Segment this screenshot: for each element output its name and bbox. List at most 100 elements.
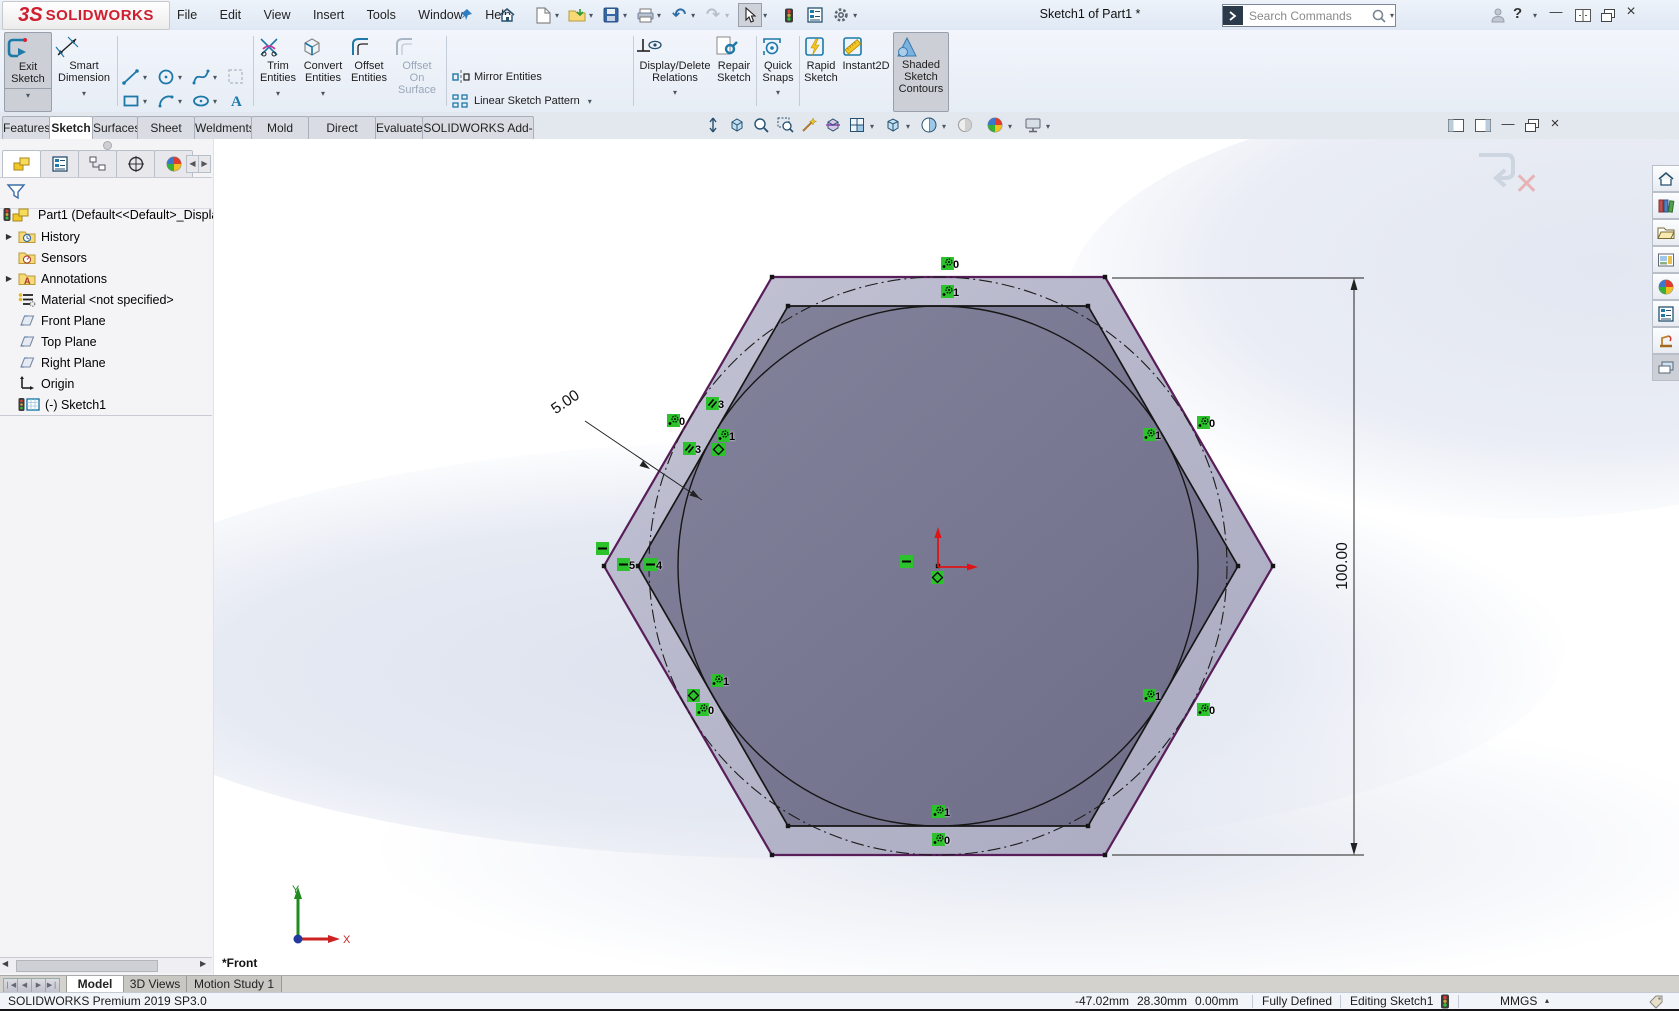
traffic-light-icon[interactable] xyxy=(778,4,800,26)
view-selector-icon[interactable] xyxy=(846,114,868,136)
undo-icon[interactable]: ↶ xyxy=(668,4,690,26)
exit-sketch-caret[interactable]: ▾ xyxy=(26,91,30,100)
arc-tool[interactable] xyxy=(155,90,177,112)
smart-dimension-caret[interactable]: ▾ xyxy=(82,89,86,98)
shaded-sketch-contours-button[interactable]: Shaded Sketch Contours xyxy=(893,32,949,112)
file-explorer-icon[interactable] xyxy=(1652,219,1679,246)
relation-dia-icon[interactable] xyxy=(712,443,725,456)
menu-insert[interactable]: Insert xyxy=(304,0,353,30)
relation-gear-icon[interactable]: 1 xyxy=(717,429,730,442)
line-caret[interactable]: ▾ xyxy=(143,73,147,82)
relation-bar-icon[interactable] xyxy=(596,542,609,555)
relation-gear-icon[interactable]: 1 xyxy=(1143,428,1156,441)
expander-icon[interactable]: ▶ xyxy=(0,274,18,283)
undo-caret[interactable]: ▾ xyxy=(691,11,695,20)
help-icon[interactable]: ? xyxy=(1513,5,1522,22)
restore-split-button[interactable] xyxy=(1572,4,1594,26)
search-caret[interactable]: ▾ xyxy=(1390,11,1394,20)
scroll-left-icon[interactable]: ◀ xyxy=(2,959,8,968)
tab-weldments[interactable]: Weldments xyxy=(194,116,252,139)
view-orientation-caret[interactable]: ▾ xyxy=(906,122,910,131)
tree-item-sketch1[interactable]: (-) Sketch1 xyxy=(0,394,213,415)
help-caret[interactable]: ▾ xyxy=(1533,11,1537,20)
tree-item-right-plane[interactable]: Right Plane xyxy=(0,352,213,373)
restore-button[interactable] xyxy=(1597,4,1619,26)
tree-root-part[interactable]: Part1 (Default<<Default>_Display Sta xyxy=(0,204,213,225)
filter-icon[interactable] xyxy=(6,183,26,201)
relation-gear-icon[interactable]: 0 xyxy=(941,257,954,270)
panel-tab-scroll-right[interactable]: ▶ xyxy=(198,155,211,173)
tab-motion-study[interactable]: Motion Study 1 xyxy=(186,976,282,993)
panel-splitter-handle[interactable] xyxy=(103,141,112,150)
relation-gear-icon[interactable]: 1 xyxy=(941,285,954,298)
linear-pattern-caret[interactable]: ▾ xyxy=(588,97,592,106)
status-tag-icon[interactable] xyxy=(1648,994,1664,1009)
relation-gear-icon[interactable]: 1 xyxy=(932,805,945,818)
trim-entities-button[interactable]: TrimEntities ▾ xyxy=(257,32,299,110)
view-selector-caret[interactable]: ▾ xyxy=(870,122,874,131)
open-caret[interactable]: ▾ xyxy=(589,11,593,20)
relation-gear-icon[interactable]: 0 xyxy=(1197,416,1210,429)
smart-dimension-button[interactable]: Smart Dimension ▾ xyxy=(54,32,114,110)
ellipse-tool[interactable] xyxy=(190,90,212,112)
options-caret[interactable]: ▾ xyxy=(853,11,857,20)
line-tool[interactable] xyxy=(120,66,142,88)
zoom-to-area-icon[interactable] xyxy=(774,114,796,136)
quick-snaps-caret[interactable]: ▾ xyxy=(776,88,780,97)
resources-home-icon[interactable] xyxy=(1652,165,1679,192)
user-account-icon[interactable] xyxy=(1487,4,1509,26)
spline-tool[interactable] xyxy=(190,66,212,88)
minimize-button[interactable]: — xyxy=(1544,4,1568,19)
scroll-right-icon[interactable]: ▶ xyxy=(200,959,206,968)
units-label[interactable]: MMGS xyxy=(1500,994,1537,1009)
tab-addins[interactable]: SOLIDWORKS Add-Ins xyxy=(422,116,534,139)
rectangle-tool[interactable] xyxy=(120,90,142,112)
section-view-icon[interactable] xyxy=(822,114,844,136)
tab-model[interactable]: Model xyxy=(66,976,124,993)
menu-view[interactable]: View xyxy=(255,0,300,30)
print-icon[interactable] xyxy=(634,4,656,26)
convert-entities-button[interactable]: ConvertEntities ▾ xyxy=(300,32,346,110)
status-traffic-light-icon[interactable] xyxy=(1440,994,1450,1009)
doc-close-button[interactable]: × xyxy=(1543,115,1567,132)
properties-icon[interactable] xyxy=(804,4,826,26)
tree-item-history[interactable]: ▶ History xyxy=(0,226,213,247)
configurationmanager-tab[interactable] xyxy=(78,150,117,178)
close-button[interactable]: × xyxy=(1619,3,1643,21)
tree-item-origin[interactable]: Origin xyxy=(0,373,213,394)
tree-item-annotations[interactable]: ▶ A Annotations xyxy=(0,268,213,289)
units-caret[interactable]: ▴ xyxy=(1545,996,1549,1005)
relation-par-icon[interactable]: 3 xyxy=(683,442,696,455)
pin-menu-icon[interactable] xyxy=(455,4,477,26)
propertymanager-tab[interactable] xyxy=(40,150,79,178)
select-cursor-icon[interactable] xyxy=(738,3,762,27)
doc-restore-button[interactable] xyxy=(1521,114,1543,136)
expander-icon[interactable]: ▶ xyxy=(0,232,18,241)
search-icon[interactable] xyxy=(1371,8,1387,24)
rectangle-caret[interactable]: ▾ xyxy=(143,97,147,106)
tree-item-material[interactable]: Material <not specified> xyxy=(0,289,213,310)
relation-gear-icon[interactable]: 1 xyxy=(711,674,724,687)
menu-file[interactable]: File xyxy=(168,0,206,30)
appearances-icon[interactable] xyxy=(1652,273,1679,300)
tab-surfaces[interactable]: Surfaces xyxy=(92,116,138,139)
view-palette-icon[interactable] xyxy=(1652,246,1679,273)
print-caret[interactable]: ▾ xyxy=(657,11,661,20)
home-icon[interactable] xyxy=(496,4,518,26)
doc-minimize-button[interactable]: — xyxy=(1496,116,1520,131)
display-style-caret[interactable]: ▾ xyxy=(942,122,946,131)
tree-item-front-plane[interactable]: Front Plane xyxy=(0,310,213,331)
trim-caret[interactable]: ▾ xyxy=(276,89,280,98)
forum-layers-icon[interactable] xyxy=(1652,354,1679,381)
pane-left-icon[interactable] xyxy=(1445,114,1467,136)
circle-caret[interactable]: ▾ xyxy=(178,73,182,82)
tab-sketch[interactable]: Sketch xyxy=(49,116,93,140)
display-delete-relations-button[interactable]: Display/Delete Relations ▾ xyxy=(637,32,713,110)
hide-show-items-icon[interactable] xyxy=(954,114,976,136)
linear-pattern-button[interactable]: Linear Sketch Pattern ▾ xyxy=(452,90,593,112)
tab-features[interactable]: Features xyxy=(2,116,50,139)
relation-gear-icon[interactable]: 0 xyxy=(696,703,709,716)
previous-view-icon[interactable] xyxy=(702,114,724,136)
options-gear-icon[interactable] xyxy=(830,4,852,26)
menu-tools[interactable]: Tools xyxy=(358,0,405,30)
